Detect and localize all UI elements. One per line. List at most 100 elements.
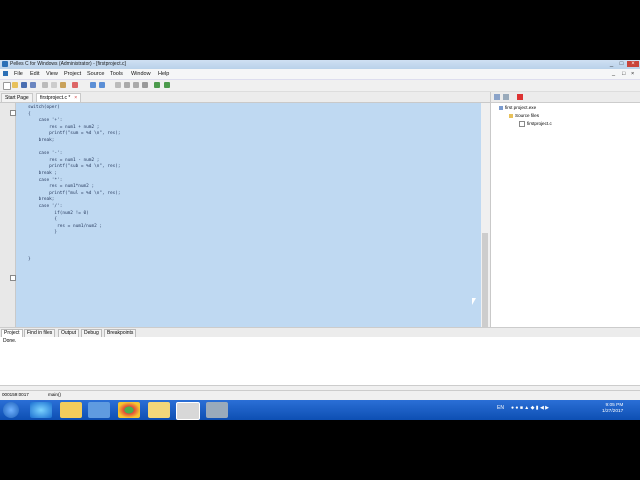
menu-file[interactable]: File (14, 71, 23, 77)
panel-properties-icon[interactable] (503, 94, 509, 100)
mdi-close-button[interactable]: × (631, 71, 634, 77)
window-title: Pelles C for Windows (Administrator) - [… (10, 61, 126, 67)
code-line[interactable]: break ; (28, 171, 58, 176)
menu-bar: File Edit View Project Source Tools Wind… (0, 69, 640, 80)
rebuild-icon[interactable] (133, 82, 139, 88)
close-tab-icon[interactable]: × (74, 95, 77, 101)
editor-gutter (0, 103, 16, 356)
save-all-icon[interactable] (30, 82, 36, 88)
menu-source[interactable]: Source (87, 71, 104, 77)
compile-icon[interactable] (115, 82, 121, 88)
minimize-button[interactable]: _ (607, 61, 616, 67)
tree-item-file[interactable]: firstproject.c (519, 121, 552, 127)
new-file-icon[interactable] (3, 82, 11, 90)
toolbar (0, 80, 640, 92)
panel-tree-icon[interactable] (494, 94, 500, 100)
internet-explorer-icon[interactable] (30, 402, 52, 418)
menu-edit[interactable]: Edit (30, 71, 39, 77)
clock[interactable]: 9:05 PM 1/27/2017 (602, 403, 623, 415)
document-icon (3, 71, 8, 76)
tree-label: first project.exe (505, 105, 537, 110)
execute-icon[interactable] (154, 82, 160, 88)
code-line[interactable]: { (28, 112, 31, 117)
code-line[interactable]: } (28, 230, 57, 235)
code-line[interactable]: if(num2 != 0) (28, 211, 88, 216)
code-line[interactable]: res = num1/num2 ; (28, 224, 102, 229)
fold-marker-icon[interactable] (10, 275, 16, 281)
code-line[interactable]: printf("sum = %d \n", res); (28, 131, 120, 136)
title-bar[interactable]: Pelles C for Windows (Administrator) - [… (0, 60, 640, 69)
code-line[interactable]: res = num1 + num2 ; (28, 125, 99, 130)
app-icon (2, 61, 8, 67)
code-line[interactable]: break; (28, 138, 55, 143)
project-panel-toolbar (491, 92, 640, 103)
menu-project[interactable]: Project (64, 71, 81, 77)
desktop-screen: Pelles C for Windows (Administrator) - [… (0, 60, 640, 420)
code-line[interactable]: } (28, 257, 31, 262)
tab-firstproject[interactable]: firstproject.c * × (36, 93, 82, 102)
tab-label: firstproject.c * (40, 95, 71, 101)
code-line[interactable]: printf("sub = %d \n", res); (28, 164, 120, 169)
code-line[interactable]: break; (28, 197, 55, 202)
paste-icon[interactable] (60, 82, 66, 88)
panel-close-icon[interactable] (517, 94, 523, 100)
close-button[interactable]: × (627, 61, 639, 67)
output-pane[interactable]: Done. (0, 337, 640, 386)
menu-tools[interactable]: Tools (110, 71, 123, 77)
menu-window[interactable]: Window (131, 71, 151, 77)
debug-icon[interactable] (164, 82, 170, 88)
chrome-icon[interactable] (118, 402, 140, 418)
project-panel: first project.exe Source files firstproj… (490, 92, 640, 356)
code-line[interactable]: printf("mul = %d \n", res); (28, 191, 120, 196)
editor-vertical-scrollbar[interactable] (481, 103, 489, 356)
tab-label: Start Page (5, 95, 29, 101)
cursor-position: 000159:0017 (2, 392, 29, 397)
build-icon[interactable] (124, 82, 130, 88)
pelles-c-icon[interactable] (206, 402, 228, 418)
code-editor[interactable]: switch(oper) { case '+': res = num1 + num… (0, 103, 481, 356)
tree-item-source-files[interactable]: Source files (509, 113, 539, 118)
c-file-icon (519, 121, 525, 127)
mouse-cursor (472, 298, 476, 305)
fold-marker-icon[interactable] (10, 110, 16, 116)
menu-view[interactable]: View (46, 71, 58, 77)
delete-icon[interactable] (72, 82, 78, 88)
copy-icon[interactable] (51, 82, 57, 88)
capture-app-icon[interactable] (176, 402, 200, 420)
code-line[interactable]: { (28, 217, 57, 222)
media-player-icon[interactable] (88, 402, 110, 418)
redo-icon[interactable] (99, 82, 105, 88)
maximize-button[interactable]: □ (617, 61, 626, 67)
code-line[interactable]: case '+': (28, 118, 63, 123)
code-line[interactable]: case '/': (28, 204, 63, 209)
mdi-restore-button[interactable]: □ (622, 71, 625, 77)
language-indicator[interactable]: EN (497, 405, 504, 411)
open-folder-icon[interactable] (12, 82, 18, 88)
code-line[interactable]: res = num1*num2 ; (28, 184, 94, 189)
tree-item-project[interactable]: first project.exe (499, 105, 536, 110)
menu-help[interactable]: Help (158, 71, 169, 77)
tray-icons[interactable]: ● ● ■ ▲ ◆ ▮ ◀ ▶ (511, 405, 549, 411)
editor-tabs: Start Page firstproject.c * × (0, 92, 490, 103)
tab-start-page[interactable]: Start Page (1, 93, 33, 102)
undo-icon[interactable] (90, 82, 96, 88)
code-line[interactable]: res = num1 - num2 ; (28, 158, 99, 163)
code-line[interactable]: case '*': (28, 178, 63, 183)
stop-icon[interactable] (142, 82, 148, 88)
start-button[interactable] (3, 402, 19, 418)
taskbar: EN ● ● ■ ▲ ◆ ▮ ◀ ▶ 9:05 PM 1/27/2017 (0, 400, 640, 420)
tree-label: firstproject.c (527, 121, 552, 127)
current-function: main() (48, 392, 62, 397)
mdi-minimize-button[interactable]: _ (612, 71, 615, 77)
code-line[interactable]: switch(oper) (28, 105, 60, 110)
folder-icon[interactable] (148, 402, 170, 418)
clock-date: 1/27/2017 (602, 409, 624, 414)
code-line[interactable]: case '-': (28, 151, 63, 156)
tree-label: Source files (515, 113, 540, 118)
save-icon[interactable] (21, 82, 27, 88)
project-icon (499, 105, 503, 110)
folder-icon (509, 113, 513, 118)
cut-icon[interactable] (42, 82, 48, 88)
file-explorer-icon[interactable] (60, 402, 82, 418)
output-text: Done. (3, 338, 17, 344)
